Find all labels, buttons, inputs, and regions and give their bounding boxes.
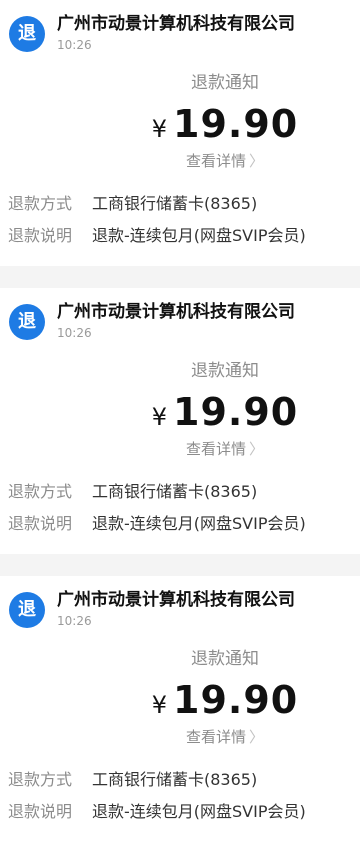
message-time: 10:26 (57, 38, 92, 52)
notification-title: 退款通知 (191, 361, 259, 381)
amount-value: 19.90 (173, 102, 299, 146)
amount-value: 19.90 (173, 678, 299, 722)
message-time: 10:26 (57, 614, 92, 628)
view-details-link[interactable]: 查看详情〉 (0, 439, 360, 459)
field-value: 退款-连续包月(网盘SVIP会员) (92, 514, 306, 533)
view-details-label: 查看详情 (185, 728, 246, 746)
refund-amount: ¥19.90 (0, 678, 360, 730)
currency-symbol: ¥ (151, 403, 168, 431)
message-list: 退 广州市动景计算机科技有限公司 10:26 退款通知 ¥19.90 查看详情〉… (0, 0, 360, 842)
view-details-link[interactable]: 查看详情〉 (0, 151, 360, 171)
field-label: 退款方式 (8, 194, 73, 213)
refund-message-card[interactable]: 退 广州市动景计算机科技有限公司 10:26 退款通知 ¥19.90 查看详情〉… (0, 576, 360, 842)
view-details-label: 查看详情 (185, 440, 246, 458)
refund-message-card[interactable]: 退 广州市动景计算机科技有限公司 10:26 退款通知 ¥19.90 查看详情〉… (0, 288, 360, 554)
message-header: 退 广州市动景计算机科技有限公司 10:26 (9, 588, 349, 628)
sender-name: 广州市动景计算机科技有限公司 (57, 14, 295, 34)
refund-description-row: 退款说明 退款-连续包月(网盘SVIP会员) (8, 801, 353, 823)
currency-symbol: ¥ (151, 115, 168, 143)
message-header: 退 广州市动景计算机科技有限公司 10:26 (9, 300, 349, 340)
amount-value: 19.90 (173, 390, 299, 434)
field-value: 工商银行储蓄卡(8365) (92, 770, 258, 789)
field-label: 退款方式 (8, 482, 73, 501)
field-label: 退款说明 (8, 226, 73, 245)
message-time: 10:26 (57, 326, 92, 340)
field-label: 退款说明 (8, 514, 73, 533)
refund-amount: ¥19.90 (0, 390, 360, 442)
message-header: 退 广州市动景计算机科技有限公司 10:26 (9, 12, 349, 52)
chevron-right-icon: 〉 (249, 440, 265, 458)
field-value: 退款-连续包月(网盘SVIP会员) (92, 226, 306, 245)
refund-amount: ¥19.90 (0, 102, 360, 154)
chevron-right-icon: 〉 (249, 152, 265, 170)
field-value: 工商银行储蓄卡(8365) (92, 194, 258, 213)
notification-title: 退款通知 (191, 649, 259, 669)
refund-icon: 退 (9, 304, 45, 340)
field-value: 退款-连续包月(网盘SVIP会员) (92, 802, 306, 821)
refund-method-row: 退款方式 工商银行储蓄卡(8365) (8, 769, 353, 791)
refund-message-card[interactable]: 退 广州市动景计算机科技有限公司 10:26 退款通知 ¥19.90 查看详情〉… (0, 0, 360, 266)
field-label: 退款说明 (8, 802, 73, 821)
notification-title: 退款通知 (191, 73, 259, 93)
currency-symbol: ¥ (151, 691, 168, 719)
refund-description-row: 退款说明 退款-连续包月(网盘SVIP会员) (8, 225, 353, 247)
sender-name: 广州市动景计算机科技有限公司 (57, 590, 295, 610)
field-value: 工商银行储蓄卡(8365) (92, 482, 258, 501)
view-details-link[interactable]: 查看详情〉 (0, 727, 360, 747)
refund-description-row: 退款说明 退款-连续包月(网盘SVIP会员) (8, 513, 353, 535)
refund-method-row: 退款方式 工商银行储蓄卡(8365) (8, 193, 353, 215)
refund-icon: 退 (9, 16, 45, 52)
view-details-label: 查看详情 (185, 152, 246, 170)
sender-name: 广州市动景计算机科技有限公司 (57, 302, 295, 322)
refund-icon: 退 (9, 592, 45, 628)
chevron-right-icon: 〉 (249, 728, 265, 746)
field-label: 退款方式 (8, 770, 73, 789)
refund-method-row: 退款方式 工商银行储蓄卡(8365) (8, 481, 353, 503)
